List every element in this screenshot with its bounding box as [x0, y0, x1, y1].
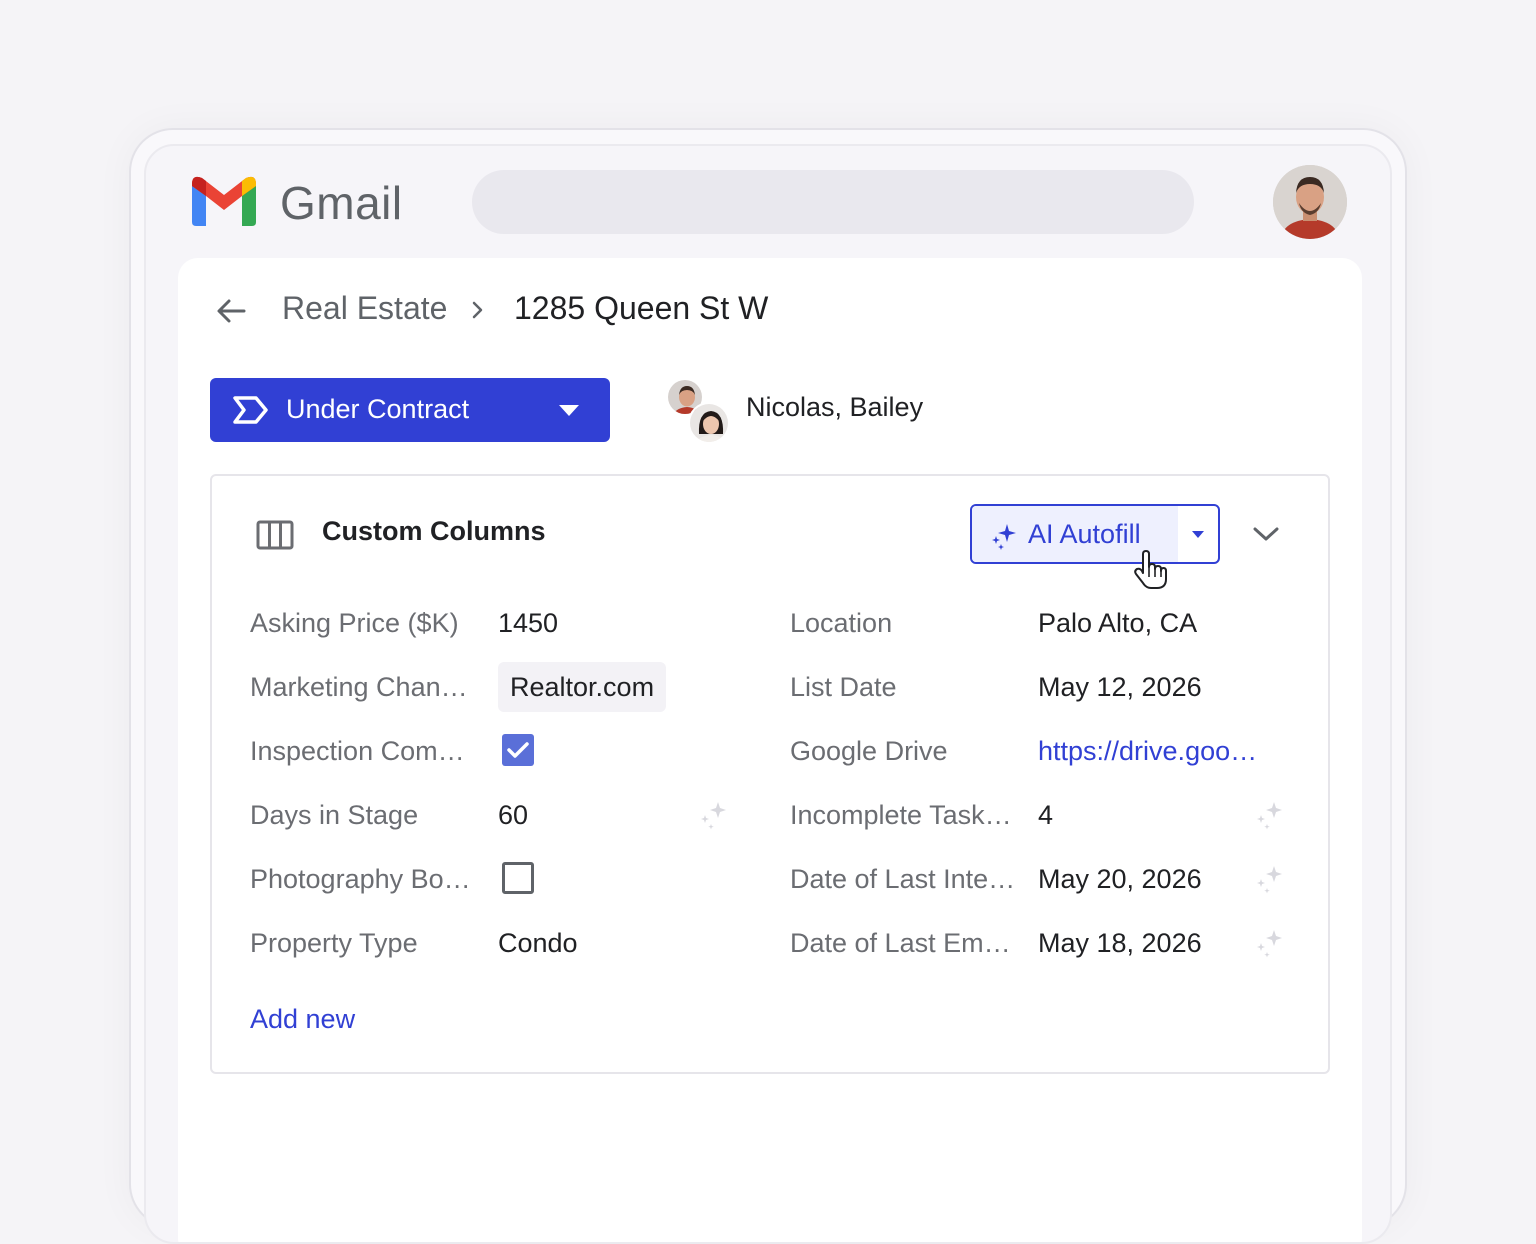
field-label-list-date: List Date — [790, 672, 897, 702]
assignee-avatars[interactable] — [666, 378, 736, 446]
field-value-asking-price[interactable]: 1450 — [498, 608, 558, 639]
field-label-location: Location — [790, 608, 893, 638]
checkmark-icon — [507, 742, 529, 758]
breadcrumb-parent[interactable]: Real Estate — [282, 290, 447, 327]
field-label-asking-price: Asking Price ($K) — [250, 608, 459, 638]
pipeline-stage-icon — [233, 396, 268, 424]
sparkle-icon[interactable] — [698, 800, 728, 830]
google-drive-link[interactable]: https://drive.goo… — [1038, 736, 1257, 767]
stage-dropdown-button[interactable]: Under Contract — [210, 378, 610, 442]
gmail-logo-icon — [192, 176, 256, 226]
field-label-days-in-stage: Days in Stage — [250, 800, 419, 830]
record-card: Real Estate 1285 Queen St W Under Contra… — [178, 258, 1362, 1242]
chevron-down-icon[interactable] — [1252, 524, 1280, 544]
inspection-complete-checkbox[interactable] — [502, 734, 534, 766]
account-avatar[interactable] — [1273, 165, 1347, 239]
ai-autofill-split-button: AI Autofill — [970, 504, 1220, 564]
sparkle-icon[interactable] — [1254, 928, 1284, 958]
caret-down-icon — [559, 405, 579, 416]
field-label-photography-booked: Photography Bo… — [250, 864, 471, 894]
ai-autofill-label: AI Autofill — [1028, 519, 1141, 549]
field-value-date-last-email[interactable]: May 18, 2026 — [1038, 928, 1202, 959]
custom-columns-panel: Custom Columns AI Autofill Asking Price … — [210, 474, 1330, 1074]
field-label-incomplete-tasks: Incomplete Task… — [790, 800, 1012, 830]
photography-booked-checkbox[interactable] — [502, 862, 534, 894]
add-new-column-link[interactable]: Add new — [250, 1004, 355, 1035]
search-bar[interactable] — [472, 170, 1194, 234]
assignee-avatar-bailey — [688, 402, 730, 444]
avatar-photo-icon — [1273, 165, 1347, 239]
sparkle-icon[interactable] — [1254, 800, 1284, 830]
field-label-google-drive: Google Drive — [790, 736, 948, 766]
field-value-incomplete-tasks[interactable]: 4 — [1038, 800, 1053, 831]
pointer-hand-cursor-icon — [1134, 550, 1167, 589]
field-label-marketing-channel: Marketing Chan… — [250, 672, 468, 702]
gmail-wordmark: Gmail — [280, 177, 403, 229]
stage-label: Under Contract — [286, 394, 470, 424]
field-value-days-in-stage[interactable]: 60 — [498, 800, 528, 831]
sparkle-icon — [992, 524, 1016, 550]
field-value-marketing-channel[interactable]: Realtor.com — [498, 662, 667, 712]
field-value-location[interactable]: Palo Alto, CA — [1038, 608, 1197, 639]
breadcrumb-current: 1285 Queen St W — [514, 290, 769, 326]
assignees-label: Nicolas, Bailey — [746, 392, 924, 422]
field-label-inspection-complete: Inspection Com… — [250, 736, 465, 766]
ai-autofill-menu-button[interactable] — [1178, 506, 1218, 562]
field-value-date-last-interaction[interactable]: May 20, 2026 — [1038, 864, 1202, 895]
field-label-property-type: Property Type — [250, 928, 418, 958]
field-label-date-last-email: Date of Last Em… — [790, 928, 1011, 958]
gmail-window: Gmail Real Estate 1285 Queen St W Under … — [144, 144, 1392, 1244]
field-value-list-date[interactable]: May 12, 2026 — [1038, 672, 1202, 703]
chevron-right-icon — [472, 301, 483, 319]
caret-down-icon — [1192, 531, 1204, 538]
field-label-date-last-interaction: Date of Last Inte… — [790, 864, 1016, 894]
arrow-left-icon[interactable] — [214, 294, 248, 328]
columns-icon — [256, 520, 294, 550]
sparkle-icon[interactable] — [1254, 864, 1284, 894]
panel-title: Custom Columns — [322, 516, 546, 546]
field-value-property-type[interactable]: Condo — [498, 928, 578, 959]
